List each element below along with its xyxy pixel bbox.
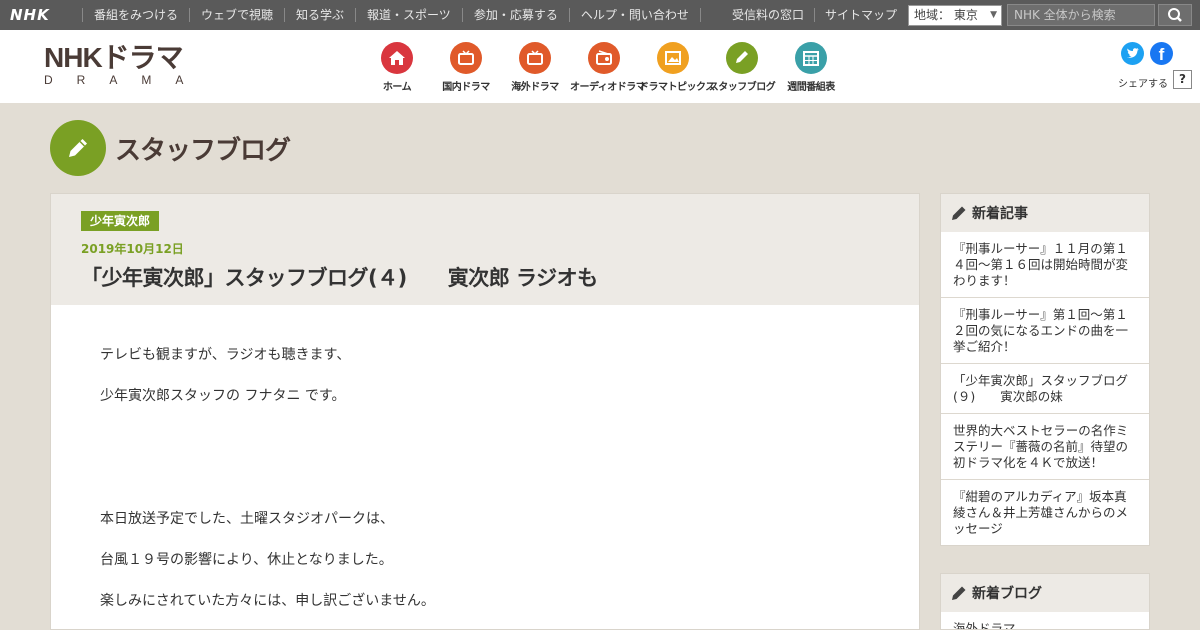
nav-label: 海外ドラマ (511, 82, 559, 93)
global-nav: 番組をみつける ウェブで視聴 知る学ぶ 報道・スポーツ 参加・応募する ヘルプ・… (82, 0, 701, 30)
article-paragraph: テレビも観ますが、ラジオも聴きます、 (100, 347, 351, 363)
nav-label: スタッフブログ (708, 82, 776, 93)
new-articles-heading: 新着記事 (941, 194, 1149, 232)
link-receiving-fee[interactable]: 受信料の窓口 (722, 8, 814, 22)
new-blogs-heading: 新着ブログ (941, 574, 1149, 612)
global-nav-item[interactable]: ヘルプ・問い合わせ (568, 8, 701, 22)
article-paragraph: 少年寅次郎スタッフの フナタニ です。 (100, 388, 346, 404)
list-item[interactable]: 海外ドラマ (941, 612, 1149, 629)
list-item[interactable]: 『刑事ルーサー』１１月の第１４回～第１６回は開始時間が変わります！ (941, 232, 1149, 297)
article-date: 2019年10月12日 (81, 242, 184, 256)
nav-audio-drama[interactable]: オーディオドラマ (570, 42, 646, 93)
article-paragraph: 楽しみにされていた方々には、申し訳ございません。 (100, 593, 435, 609)
global-nav-item[interactable]: 番組をみつける (82, 8, 189, 22)
region-value: 地域： 東京 (914, 8, 978, 22)
brand-title: NHKドラマ (44, 42, 184, 73)
nav-label: 国内ドラマ (442, 82, 490, 93)
search-input[interactable]: NHK 全体から検索 (1007, 4, 1155, 26)
panel-title: 新着ブログ (972, 586, 1042, 602)
help-button[interactable]: ? (1173, 70, 1192, 89)
article-paragraph: 台風１９号の影響により、休止となりました。 (100, 552, 393, 568)
nav-drama-topics[interactable]: ドラマトピックス (639, 42, 715, 93)
list-item[interactable]: 世界的大ベストセラーの名作ミステリー『薔薇の名前』待望の初ドラマ化を４Ｋで放送！ (941, 413, 1149, 479)
tv-icon (450, 42, 482, 74)
chevron-down-icon: ▼ (990, 10, 997, 20)
calendar-icon (795, 42, 827, 74)
list-item[interactable]: 『紺碧のアルカディア』坂本真綾さん＆井上芳雄さんからのメッセージ (941, 479, 1149, 545)
pencil-icon (726, 42, 758, 74)
radio-icon (588, 42, 620, 74)
nav-weekly-schedule[interactable]: 週間番組表 (777, 42, 845, 93)
nhk-logo[interactable]: NHK (10, 6, 50, 24)
new-blogs-panel: 新着ブログ 海外ドラマ (940, 573, 1150, 630)
utility-links: 受信料の窓口 サイトマップ (722, 0, 907, 30)
nav-home[interactable]: ホーム (363, 42, 431, 93)
page-heading: スタッフブログ (50, 120, 291, 176)
brand-subtitle: DRAMA (44, 73, 208, 87)
article-title: 「少年寅次郎」スタッフブログ(４) 寅次郎 ラジオも (81, 266, 598, 290)
new-articles-panel: 新着記事 『刑事ルーサー』１１月の第１４回～第１６回は開始時間が変わります！ 『… (940, 193, 1150, 546)
nhk-global-bar: NHK 番組をみつける ウェブで視聴 知る学ぶ 報道・スポーツ 参加・応募する … (0, 0, 1200, 30)
list-item[interactable]: 『刑事ルーサー』第１回～第１２回の気になるエンドの曲を一挙ご紹介！ (941, 297, 1149, 363)
category-tag[interactable]: 少年寅次郎 (81, 211, 160, 231)
nav-label: ドラマトピックス (639, 82, 715, 93)
facebook-icon[interactable]: f (1150, 42, 1173, 65)
nav-domestic-drama[interactable]: 国内ドラマ (432, 42, 500, 93)
pencil-icon (952, 586, 966, 600)
main-nav: ホーム 国内ドラマ 海外ドラマ オーディオドラマ ドラマトピックス スタッフブロ… (363, 42, 846, 93)
site-header: NHKドラマ DRAMA ホーム 国内ドラマ 海外ドラマ オーディオドラマ ドラ… (0, 30, 1200, 103)
picture-icon (657, 42, 689, 74)
pencil-icon (50, 120, 106, 176)
list-item[interactable]: 「少年寅次郎」スタッフブログ(９) 寅次郎の妹 (941, 363, 1149, 413)
article-header: 少年寅次郎 2019年10月12日 「少年寅次郎」スタッフブログ(４) 寅次郎 … (51, 194, 919, 305)
article-paragraph: 本日放送予定でした、土曜スタジオパークは、 (100, 511, 394, 527)
nav-overseas-drama[interactable]: 海外ドラマ (501, 42, 569, 93)
global-nav-item[interactable]: 参加・応募する (461, 8, 569, 22)
pencil-icon (952, 206, 966, 220)
home-icon (381, 42, 413, 74)
search-button[interactable] (1158, 4, 1192, 26)
tv-icon (519, 42, 551, 74)
global-nav-item[interactable]: ウェブで視聴 (189, 8, 284, 22)
global-nav-item[interactable]: 報道・スポーツ (355, 8, 462, 22)
search-icon (1168, 8, 1182, 22)
share-label: シェアする (1118, 79, 1168, 90)
nav-label: ホーム (382, 82, 412, 93)
region-select[interactable]: 地域： 東京 ▼ (908, 5, 1002, 26)
nhk-drama-logo[interactable]: NHKドラマ DRAMA (44, 42, 208, 88)
nav-label: オーディオドラマ (570, 82, 646, 93)
share-area: f シェアする ? (1116, 42, 1196, 102)
new-articles-list: 『刑事ルーサー』１１月の第１４回～第１６回は開始時間が変わります！ 『刑事ルーサ… (941, 232, 1149, 545)
link-sitemap[interactable]: サイトマップ (814, 8, 907, 22)
nav-staff-blog[interactable]: スタッフブログ (708, 42, 776, 93)
new-blogs-list: 海外ドラマ (941, 612, 1149, 629)
page-title: スタッフブログ (115, 135, 291, 166)
global-nav-item[interactable]: 知る学ぶ (284, 8, 355, 22)
nav-label: 週間番組表 (787, 82, 835, 93)
panel-title: 新着記事 (972, 206, 1028, 222)
twitter-icon[interactable] (1121, 42, 1144, 65)
